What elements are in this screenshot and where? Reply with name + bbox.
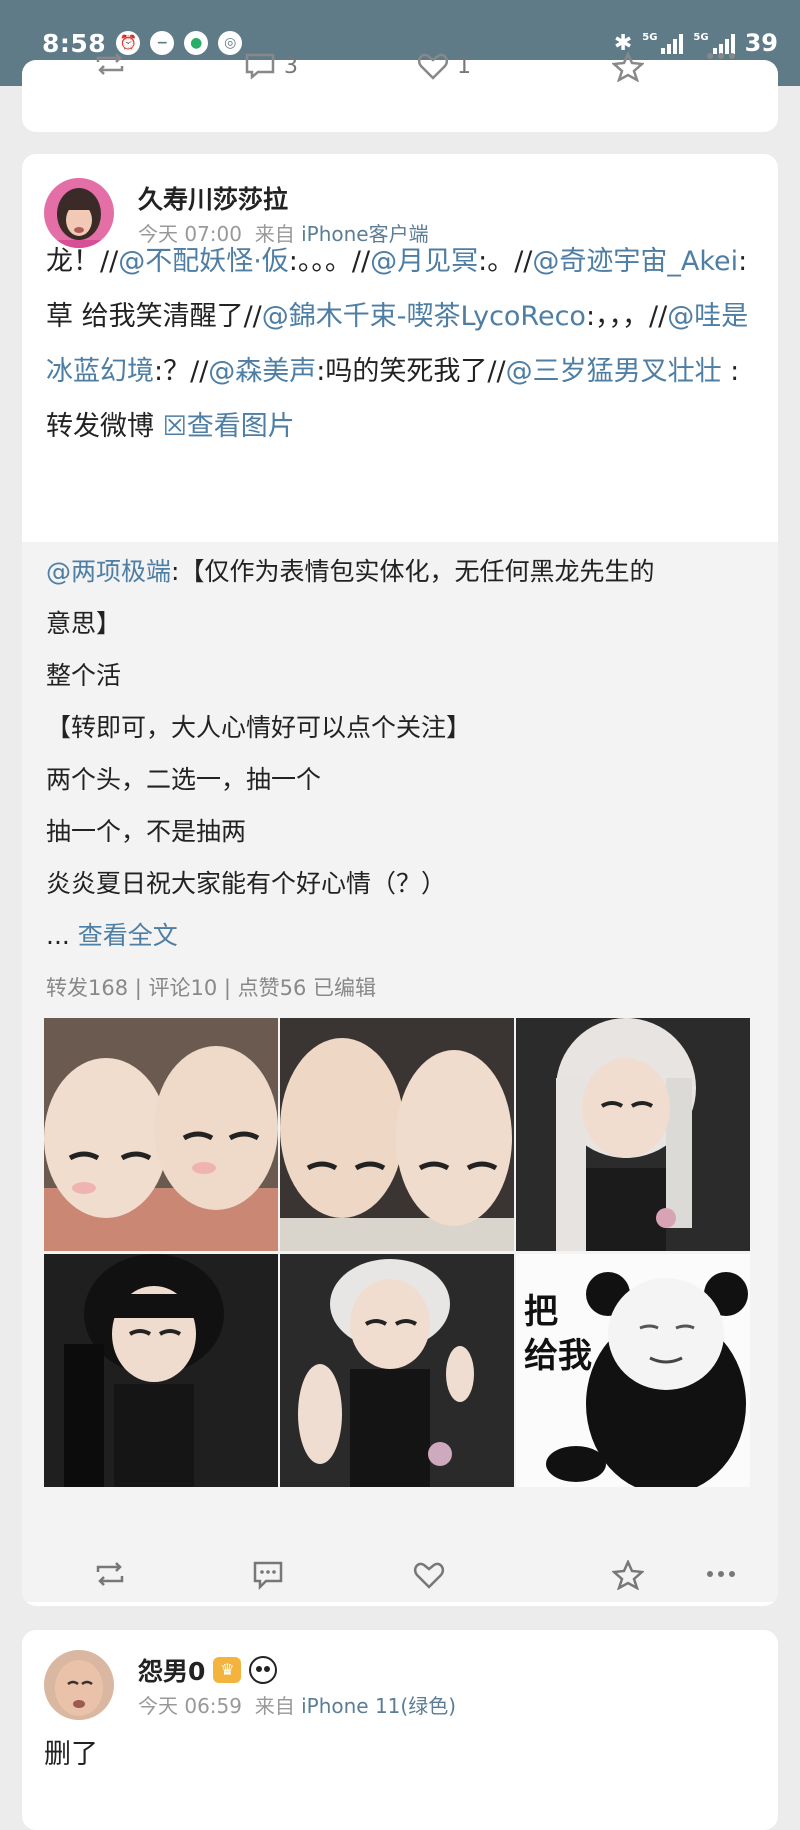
- image-2[interactable]: [280, 1018, 514, 1251]
- previous-post-actions: 3 1: [22, 52, 778, 130]
- post-text: 龙！//@不配妖怪·仮:。。。//@月见冥:。//@奇迹宇宙_Akei:草 给我…: [46, 246, 749, 442]
- mention-link[interactable]: @三岁猛男叉壮壮: [506, 356, 722, 387]
- quoted-line-3: 整个活: [46, 661, 122, 690]
- minus-icon: −: [150, 31, 175, 55]
- image-5[interactable]: [280, 1254, 514, 1487]
- quoted-author-link[interactable]: @两项极端: [46, 557, 171, 586]
- star-icon: [612, 1560, 644, 1590]
- meme-caption: 把 给我: [524, 1292, 592, 1376]
- next-post-meta: 今天 06:59 来自 iPhone 11(绿色): [138, 1690, 456, 1719]
- quoted-line-2: 意思】: [46, 609, 122, 638]
- signal-icon-1: 5G: [642, 32, 684, 54]
- heart-icon: [413, 1562, 445, 1589]
- author-name[interactable]: 久寿川莎莎拉: [138, 180, 288, 216]
- comment-icon: [245, 53, 275, 80]
- repost-icon: [96, 53, 124, 75]
- quoted-line-1: @两项极端:【仅作为表情包实体化，无任何黑龙先生的: [46, 557, 655, 586]
- shield-app-icon: ◎: [218, 31, 243, 55]
- more-button[interactable]: [706, 1570, 736, 1578]
- crown-badge-icon: ♛: [213, 1657, 242, 1683]
- signal-icon-2: 5G: [693, 32, 735, 54]
- favorite-button[interactable]: [612, 1560, 644, 1590]
- image-4[interactable]: [44, 1254, 278, 1487]
- image-1[interactable]: [44, 1018, 278, 1251]
- mention-link[interactable]: @森美声: [208, 356, 316, 387]
- more-icon: [707, 53, 735, 59]
- next-author-name[interactable]: 怨男0: [138, 1652, 205, 1688]
- mention-link[interactable]: @月见冥: [370, 246, 478, 277]
- repost-icon: [96, 1562, 124, 1586]
- more-icon: [707, 1571, 735, 1577]
- mention-link[interactable]: @奇迹宇宙_Akei: [532, 246, 738, 277]
- comment-icon: [253, 1561, 283, 1590]
- post-card[interactable]: 久寿川莎莎拉 今天 07:00 来自 iPhone客户端 龙！//@不配妖怪·仮…: [22, 154, 778, 1606]
- next-post-text: 删了: [44, 1739, 98, 1770]
- image-3[interactable]: [516, 1018, 750, 1251]
- quoted-stats: 转发168 | 评论10 | 点赞56 已编辑: [46, 976, 377, 1000]
- star-icon: [612, 52, 644, 82]
- next-post-time: 今天 06:59: [138, 1694, 242, 1718]
- next-post-source: iPhone 11(绿色): [301, 1694, 456, 1718]
- source-prefix: 来自: [254, 1694, 295, 1718]
- mention-link[interactable]: @錦木千束-喫茶LycoReco: [262, 301, 586, 332]
- quoted-line-7: 炎炎夏日祝大家能有个好心情（？）: [46, 869, 447, 898]
- favorite-button[interactable]: [612, 52, 644, 82]
- heart-icon: [417, 53, 449, 80]
- comment-button[interactable]: [252, 1560, 284, 1590]
- wechat-icon: ●: [184, 31, 209, 55]
- commenter-avatar[interactable]: [44, 1650, 114, 1720]
- more-button[interactable]: [706, 52, 736, 60]
- post-actions: [22, 1544, 778, 1604]
- mention-link[interactable]: @不配妖怪·仮: [118, 246, 289, 277]
- like-button[interactable]: 1: [417, 52, 471, 80]
- quoted-line-5: 两个头，二选一，抽一个: [46, 765, 322, 794]
- view-images-link[interactable]: ☒查看图片: [163, 411, 295, 442]
- quoted-post[interactable]: @两项极端:【仅作为表情包实体化，无任何黑龙先生的 意思】 整个活 【转即可，大…: [22, 542, 778, 1602]
- repost-button[interactable]: [94, 1560, 126, 1588]
- quoted-line-4: 【转即可，大人心情好可以点个关注】: [46, 713, 472, 742]
- quoted-line-6: 抽一个，不是抽两: [46, 817, 247, 846]
- battery-level: 39: [744, 29, 778, 57]
- next-author-row: 怨男0 ♛: [138, 1652, 278, 1688]
- image-grid: 把 给我: [44, 1018, 756, 1488]
- image-6-panda-meme[interactable]: 把 给我: [516, 1254, 750, 1487]
- repost-button[interactable]: [94, 52, 126, 76]
- comment-button[interactable]: 3: [244, 52, 298, 80]
- read-more-row: ... 查看全文: [46, 921, 178, 950]
- read-more-link[interactable]: 查看全文: [78, 921, 178, 950]
- comment-count: 3: [284, 53, 298, 79]
- like-count: 1: [457, 53, 471, 79]
- like-button[interactable]: [412, 1560, 446, 1590]
- previous-post-card: 3 1: [22, 52, 778, 132]
- panda-badge-icon: [249, 1656, 278, 1684]
- next-post-card[interactable]: 怨男0 ♛ 今天 06:59 来自 iPhone 11(绿色) 删了: [22, 1630, 778, 1830]
